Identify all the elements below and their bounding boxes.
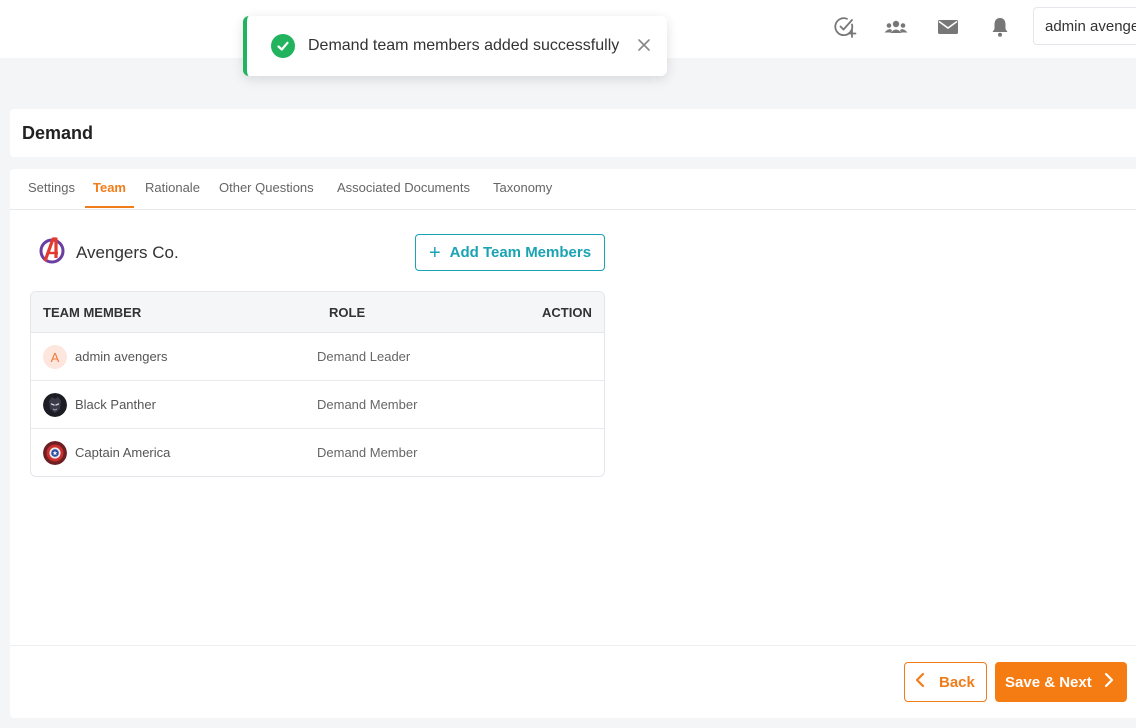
bell-icon[interactable] <box>987 14 1013 40</box>
user-menu[interactable]: admin avengers <box>1033 7 1136 45</box>
page-header: Demand <box>10 109 1136 157</box>
user-name: admin avengers <box>1045 18 1136 35</box>
column-header-role: ROLE <box>329 305 366 320</box>
captain-america-avatar <box>43 441 67 465</box>
column-header-team-member: TEAM MEMBER <box>43 305 142 320</box>
tab-taxonomy[interactable]: Taxonomy <box>493 180 552 206</box>
table-row: Captain America Demand Member <box>31 429 604 476</box>
organization-name: Avengers Co. <box>76 242 179 262</box>
add-team-members-button[interactable]: + Add Team Members <box>415 234 605 271</box>
member-role: Demand Member <box>317 445 418 460</box>
mail-icon[interactable] <box>935 14 961 40</box>
add-team-members-label: Add Team Members <box>449 244 592 261</box>
team-icon[interactable] <box>883 14 909 40</box>
member-name: Captain America <box>75 445 171 460</box>
member-role: Demand Leader <box>317 349 411 364</box>
main-card: Settings Team Rationale Other Questions … <box>10 169 1136 718</box>
member-role: Demand Member <box>317 397 418 412</box>
tab-team[interactable]: Team <box>85 180 134 208</box>
back-label: Back <box>939 673 975 691</box>
close-icon[interactable] <box>637 38 651 52</box>
organization: Avengers Co. <box>38 236 179 269</box>
table-row: Black Panther Demand Member <box>31 381 604 429</box>
column-header-action: ACTION <box>542 305 592 320</box>
chevron-left-icon <box>915 672 925 692</box>
avengers-logo-icon <box>38 236 66 269</box>
team-table: TEAM MEMBER ROLE ACTION A admin avengers… <box>30 291 605 477</box>
toast-message: Demand team members added successfully <box>308 37 620 54</box>
tab-bar: Settings Team Rationale Other Questions … <box>10 169 1136 210</box>
table-row: A admin avengers Demand Leader <box>31 333 604 381</box>
tab-rationale[interactable]: Rationale <box>145 180 200 206</box>
back-button[interactable]: Back <box>904 662 987 702</box>
check-circle-icon <box>271 34 295 58</box>
success-toast: Demand team members added successfully <box>243 16 667 76</box>
table-header: TEAM MEMBER ROLE ACTION <box>31 292 604 333</box>
page-title: Demand <box>22 123 94 143</box>
avatar: A <box>43 345 67 369</box>
task-check-icon[interactable] <box>832 14 858 40</box>
footer-divider <box>10 645 1136 646</box>
tab-other-questions[interactable]: Other Questions <box>219 180 314 206</box>
tab-associated-documents[interactable]: Associated Documents <box>337 180 470 206</box>
tab-settings[interactable]: Settings <box>28 180 75 206</box>
save-next-button[interactable]: Save & Next <box>995 662 1127 702</box>
plus-icon: + <box>428 241 441 264</box>
member-name: admin avengers <box>75 349 168 364</box>
member-name: Black Panther <box>75 397 156 412</box>
chevron-right-icon <box>1104 672 1114 692</box>
black-panther-avatar <box>43 393 67 417</box>
save-next-label: Save & Next <box>1005 673 1092 691</box>
